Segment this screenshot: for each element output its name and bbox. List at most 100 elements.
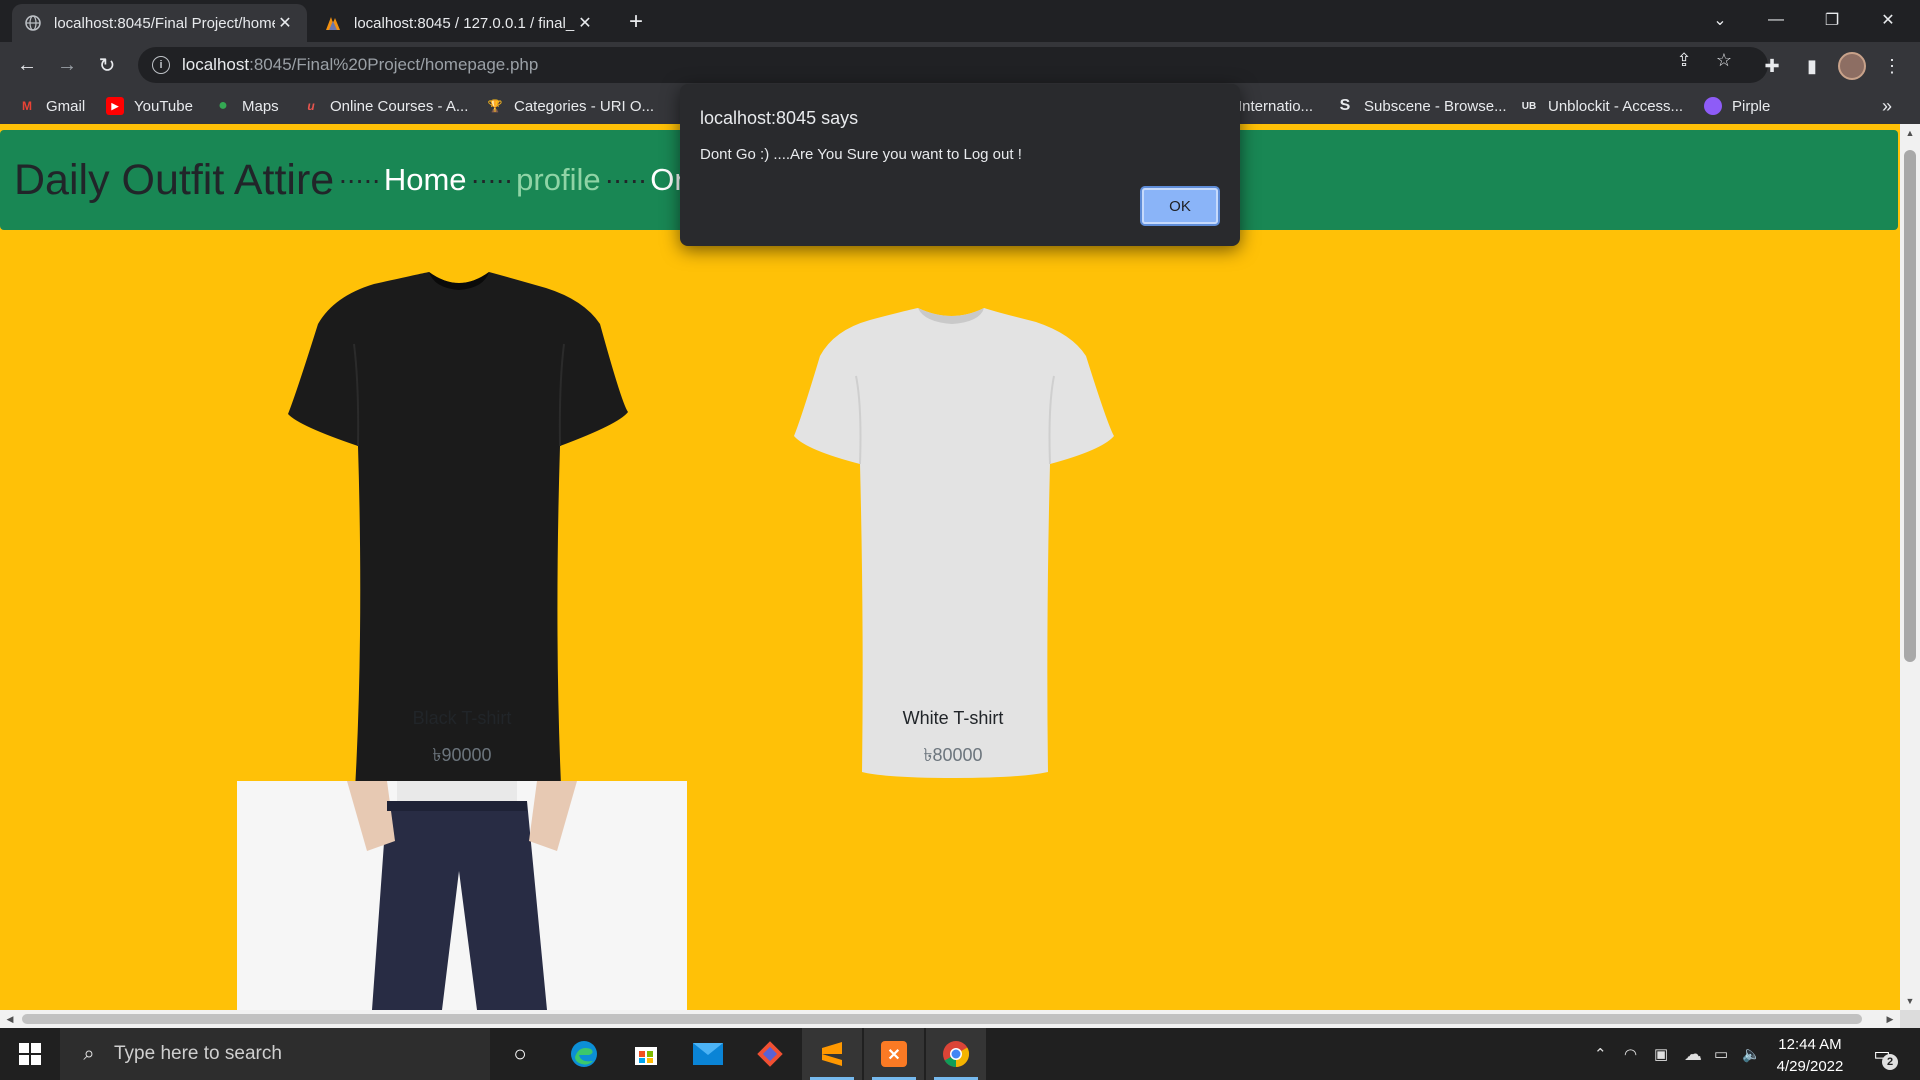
bookmark-unblockit[interactable]: UB Unblockit - Access... bbox=[1520, 94, 1683, 118]
nav-profile-link[interactable]: profile bbox=[516, 162, 600, 198]
phpmyadmin-icon bbox=[324, 14, 342, 32]
more-bookmarks-icon[interactable]: » bbox=[1882, 94, 1892, 118]
product-name[interactable]: Black T-shirt bbox=[312, 708, 612, 729]
globe-icon bbox=[24, 14, 42, 32]
tab-strip: localhost:8045/Final Project/homepage.ph… bbox=[0, 0, 1920, 42]
product-price: ৳90000 bbox=[432, 745, 492, 765]
scroll-right-icon[interactable]: ▶ bbox=[1880, 1010, 1900, 1028]
clock-date: 4/29/2022 bbox=[1776, 1058, 1844, 1075]
tab-phpmyadmin[interactable]: localhost:8045 / 127.0.0.1 / final_proje… bbox=[312, 4, 607, 42]
meet-icon[interactable]: ▣ bbox=[1654, 1028, 1668, 1080]
restore-icon[interactable]: ❐ bbox=[1804, 0, 1860, 40]
store-icon[interactable] bbox=[616, 1028, 676, 1080]
notifications-icon[interactable]: ▭ 2 bbox=[1866, 1038, 1898, 1070]
scrollbar-corner bbox=[1900, 1010, 1920, 1028]
forward-icon[interactable]: → bbox=[52, 50, 82, 80]
search-icon: ⌕ bbox=[83, 1042, 95, 1065]
pirple-icon bbox=[1704, 97, 1722, 115]
scrollbar-thumb[interactable] bbox=[1904, 150, 1916, 662]
chrome-icon[interactable] bbox=[926, 1028, 986, 1080]
show-hidden-icons[interactable]: ⌃ bbox=[1594, 1028, 1607, 1080]
start-button[interactable] bbox=[0, 1028, 60, 1080]
close-window-icon[interactable]: ✕ bbox=[1860, 0, 1916, 40]
taskbar-search[interactable]: ⌕ Type here to search bbox=[60, 1028, 490, 1080]
taskbar: ⌕ Type here to search ○ ✕ ⌃ ◠ ▣ ☁ ▭ 🔈 12… bbox=[0, 1028, 1920, 1080]
bookmark-label: Internatio... bbox=[1238, 97, 1314, 115]
profile-avatar[interactable] bbox=[1838, 52, 1866, 80]
tab-search-icon[interactable]: ⌄ bbox=[1692, 0, 1748, 40]
vertical-scrollbar[interactable]: ▲ ▼ bbox=[1900, 124, 1920, 1010]
volume-icon[interactable]: 🔈 bbox=[1742, 1028, 1761, 1080]
xampp-icon[interactable]: ✕ bbox=[864, 1028, 924, 1080]
product-card-white: White T-shirt ৳80000 bbox=[803, 708, 1103, 772]
address-bar[interactable]: i localhost:8045/Final%20Project/homepag… bbox=[138, 47, 1768, 83]
edge-icon[interactable] bbox=[554, 1028, 614, 1080]
back-icon[interactable]: ← bbox=[12, 50, 42, 80]
bookmark-label: YouTube bbox=[134, 97, 193, 115]
bookmark-label: Maps bbox=[242, 97, 279, 115]
address-path: :8045/Final%20Project/homepage.php bbox=[249, 55, 539, 74]
git-icon[interactable] bbox=[740, 1028, 800, 1080]
youtube-icon: ▶ bbox=[106, 97, 124, 115]
dialog-message: Dont Go :) ....Are You Sure you want to … bbox=[700, 146, 1022, 163]
side-panel-icon[interactable]: ▮ bbox=[1798, 52, 1826, 80]
scroll-left-icon[interactable]: ◀ bbox=[0, 1010, 20, 1028]
udemy-icon: u bbox=[307, 99, 315, 113]
trousers-image[interactable] bbox=[237, 781, 687, 1010]
battery-icon[interactable]: ▭ bbox=[1714, 1028, 1728, 1080]
nav-separator: ····· bbox=[604, 164, 648, 195]
page-viewport: Daily Outfit Attire ····· Home ····· pro… bbox=[0, 124, 1900, 1010]
address-host: localhost bbox=[182, 55, 250, 74]
scrollbar-thumb[interactable] bbox=[22, 1014, 1862, 1024]
bookmark-label: Gmail bbox=[46, 97, 86, 115]
clock-time: 12:44 AM bbox=[1778, 1036, 1842, 1053]
mail-icon[interactable] bbox=[678, 1028, 738, 1080]
bookmark-subscene[interactable]: S Subscene - Browse... bbox=[1336, 94, 1507, 118]
bookmark-international[interactable]: Internatio... bbox=[1238, 94, 1313, 118]
share-icon[interactable]: ⇪ bbox=[1670, 46, 1698, 74]
bookmark-label: Pirple bbox=[1732, 97, 1771, 115]
tab-homepage[interactable]: localhost:8045/Final Project/homepage.ph… bbox=[12, 4, 307, 42]
nav-home-link[interactable]: Home bbox=[384, 162, 467, 198]
cortana-icon[interactable]: ○ bbox=[490, 1028, 550, 1080]
tab-close-icon[interactable]: ✕ bbox=[575, 13, 595, 33]
subscene-icon: S bbox=[1339, 97, 1351, 114]
ok-button[interactable]: OK bbox=[1140, 186, 1220, 226]
site-brand[interactable]: Daily Outfit Attire bbox=[14, 156, 334, 205]
taskbar-clock[interactable]: 12:44 AM 4/29/2022 bbox=[1762, 1034, 1858, 1078]
windows-icon bbox=[19, 1043, 41, 1065]
tab-title: localhost:8045 / 127.0.0.1 / final_proje… bbox=[354, 14, 575, 32]
browser-toolbar: ← → ↻ i localhost:8045/Final%20Project/h… bbox=[0, 42, 1920, 88]
wifi-icon[interactable]: ◠ bbox=[1624, 1028, 1637, 1080]
maps-icon: ● bbox=[218, 97, 228, 114]
bookmark-gmail[interactable]: M Gmail bbox=[18, 94, 85, 118]
tab-close-icon[interactable]: ✕ bbox=[275, 13, 295, 33]
bookmark-udemy[interactable]: u Online Courses - A... bbox=[302, 94, 468, 118]
bookmark-label: Online Courses - A... bbox=[330, 97, 469, 115]
bookmark-pirple[interactable]: Pirple bbox=[1704, 94, 1770, 118]
bookmark-uri[interactable]: 🏆 Categories - URI O... bbox=[486, 94, 655, 118]
alert-dialog: localhost:8045 says Dont Go :) ....Are Y… bbox=[680, 84, 1240, 246]
menu-icon[interactable]: ⋮ bbox=[1878, 52, 1906, 80]
product-name[interactable]: White T-shirt bbox=[803, 708, 1103, 729]
nav-separator: ····· bbox=[338, 164, 381, 195]
extensions-icon[interactable]: ✚ bbox=[1758, 52, 1786, 80]
scroll-down-icon[interactable]: ▼ bbox=[1900, 992, 1920, 1010]
bookmark-maps[interactable]: ● Maps bbox=[214, 94, 279, 118]
bookmark-label: Categories - URI O... bbox=[514, 97, 655, 115]
new-tab-button[interactable]: + bbox=[622, 8, 650, 36]
minimize-icon[interactable]: — bbox=[1748, 0, 1804, 40]
bookmark-star-icon[interactable]: ☆ bbox=[1710, 46, 1738, 74]
bookmark-youtube[interactable]: ▶ YouTube bbox=[106, 94, 193, 118]
sublime-icon[interactable] bbox=[802, 1028, 862, 1080]
unblockit-icon: UB bbox=[1521, 100, 1537, 112]
product-price: ৳80000 bbox=[923, 745, 983, 765]
scroll-up-icon[interactable]: ▲ bbox=[1900, 124, 1920, 142]
onedrive-icon[interactable]: ☁ bbox=[1684, 1028, 1702, 1080]
svg-text:✕: ✕ bbox=[887, 1047, 900, 1064]
notification-count: 2 bbox=[1882, 1054, 1898, 1070]
horizontal-scrollbar[interactable]: ◀ ▶ bbox=[0, 1010, 1900, 1028]
site-info-icon[interactable]: i bbox=[152, 56, 170, 74]
gmail-icon: M bbox=[22, 99, 32, 113]
reload-icon[interactable]: ↻ bbox=[92, 50, 122, 80]
